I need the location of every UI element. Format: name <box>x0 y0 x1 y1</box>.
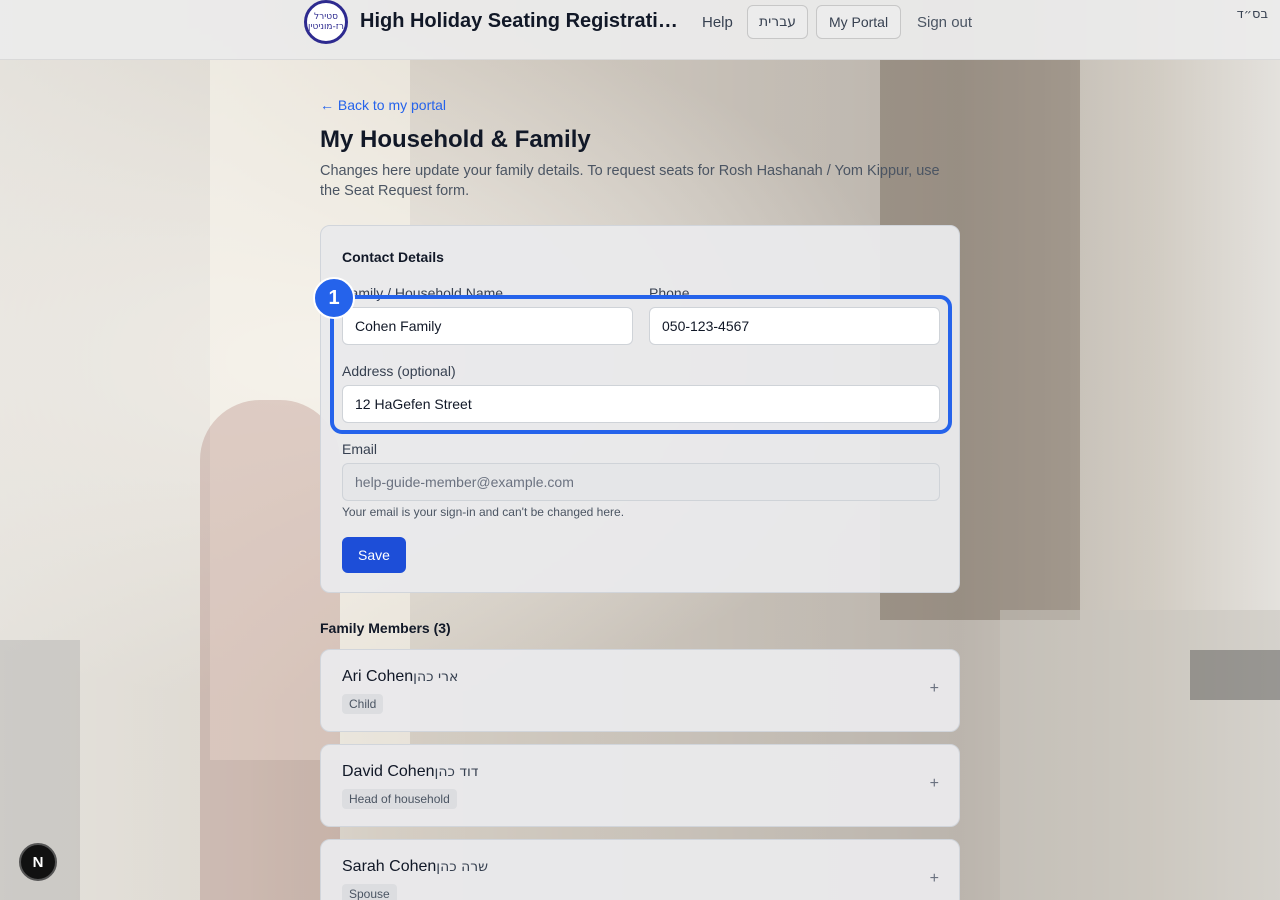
member-role-badge: Head of household <box>342 789 457 809</box>
expand-plus-icon[interactable]: + <box>930 680 939 698</box>
member-card-sarah[interactable]: Sarah Cohenשרה כהן Spouse + <box>320 839 960 900</box>
member-hebrew-name: דוד כהן <box>434 764 479 780</box>
member-name: Ari Cohen <box>342 668 414 685</box>
member-role-badge: Child <box>342 694 384 714</box>
help-link[interactable]: Help <box>702 14 733 31</box>
phone-input[interactable]: 050-123-4567 <box>649 307 940 345</box>
member-hebrew-name: ארי כהן <box>413 669 459 685</box>
member-hebrew-name: שרה כהן <box>436 859 489 875</box>
phone-label: Phone <box>649 285 690 301</box>
email-input: help-guide-member@example.com <box>342 463 940 501</box>
expand-plus-icon[interactable]: + <box>930 775 939 793</box>
logo-text: סטירל רז-מוניטין <box>308 12 344 32</box>
family-name-label: Family / Household Name <box>342 285 504 301</box>
member-role-badge: Spouse <box>342 884 397 900</box>
app-title: High Holiday Seating Registration <box>360 10 680 32</box>
family-name-input[interactable]: Cohen Family <box>342 307 633 345</box>
page-title: My Household & Family <box>320 126 591 153</box>
member-name-row: Ari Cohenארי כהן <box>342 668 458 686</box>
member-name: David Cohen <box>342 763 435 780</box>
member-card-ari[interactable]: Ari Cohenארי כהן Child + <box>320 649 960 732</box>
member-name: Sarah Cohen <box>342 858 437 875</box>
top-navbar: סטירל רז-מוניטין High Holiday Seating Re… <box>0 0 1280 60</box>
save-button[interactable]: Save <box>342 537 406 573</box>
email-hint: Your email is your sign-in and can't be … <box>342 505 625 519</box>
member-card-david[interactable]: David Cohenדוד כהן Head of household + <box>320 744 960 827</box>
guide-step-badge: 1 <box>313 277 355 319</box>
my-portal-button[interactable]: My Portal <box>816 5 901 39</box>
member-name-row: David Cohenדוד כהן <box>342 763 478 781</box>
contact-details-card: Contact Details Family / Household Name … <box>313 225 960 593</box>
nextjs-dev-badge-icon[interactable]: N <box>19 843 57 881</box>
synagogue-logo[interactable]: סטירל רז-מוניטין <box>304 0 348 44</box>
page-description: Changes here update your family details.… <box>320 163 940 199</box>
language-toggle-button[interactable]: עברית <box>747 5 808 39</box>
contact-details-title: Contact Details <box>342 249 444 265</box>
address-label: Address (optional) <box>342 363 456 379</box>
background-book <box>1190 650 1280 700</box>
back-to-portal-link[interactable]: ← Back to my portal <box>320 97 446 113</box>
family-members-title: Family Members (3) <box>320 620 451 636</box>
address-input[interactable]: 12 HaGefen Street <box>342 385 940 423</box>
sign-out-link[interactable]: Sign out <box>917 14 972 31</box>
bsd-label: בס״ד <box>1236 7 1268 22</box>
email-label: Email <box>342 441 378 457</box>
expand-plus-icon[interactable]: + <box>930 870 939 888</box>
background-chair <box>200 400 340 900</box>
member-name-row: Sarah Cohenשרה כהן <box>342 858 488 876</box>
